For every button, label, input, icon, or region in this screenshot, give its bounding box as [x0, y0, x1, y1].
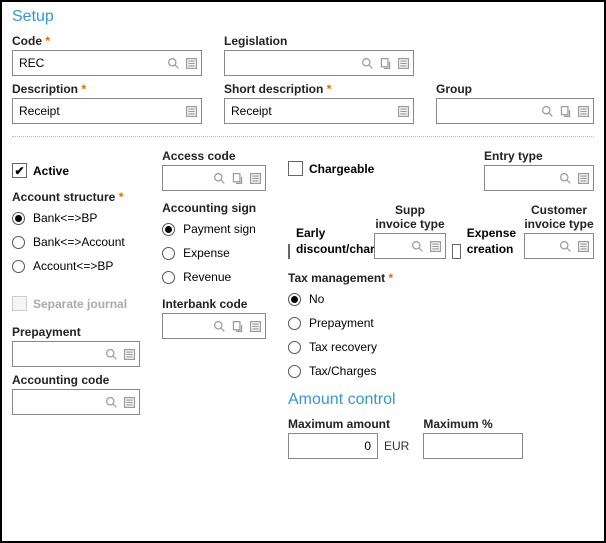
radio-revenue[interactable]: Revenue — [162, 270, 266, 284]
section-amount-control: Amount control — [288, 391, 594, 409]
max-amount-input[interactable] — [288, 433, 378, 459]
separate-journal-checkbox: Separate journal — [12, 296, 140, 311]
search-icon[interactable] — [539, 103, 555, 119]
search-icon[interactable] — [211, 170, 227, 186]
search-icon[interactable] — [557, 238, 573, 254]
list-icon[interactable] — [575, 170, 591, 186]
label-short-description: Short description * — [224, 82, 414, 96]
action-icon[interactable] — [229, 170, 245, 186]
description-input[interactable] — [12, 98, 202, 124]
radio-tax-charges[interactable]: Tax/Charges — [288, 364, 594, 378]
list-icon[interactable] — [183, 55, 199, 71]
radio-tax-prepayment[interactable]: Prepayment — [288, 316, 594, 330]
check-icon — [288, 161, 303, 176]
expense-creation-checkbox[interactable]: Expense creation — [452, 226, 518, 259]
label-max-amount: Maximum amount — [288, 417, 409, 431]
active-checkbox[interactable]: Active — [12, 163, 140, 178]
check-icon — [288, 244, 290, 259]
label-account-structure: Account structure * — [12, 190, 140, 204]
label-accounting-code: Accounting code — [12, 373, 140, 387]
list-icon[interactable] — [183, 103, 199, 119]
section-setup: Setup — [12, 8, 594, 26]
search-icon[interactable] — [557, 170, 573, 186]
currency-unit: EUR — [384, 433, 409, 459]
max-pct-input[interactable] — [423, 433, 523, 459]
label-legislation: Legislation — [224, 34, 414, 48]
list-icon[interactable] — [575, 238, 591, 254]
label-customer-invoice-type: Customer invoice type — [524, 203, 594, 231]
search-icon[interactable] — [211, 318, 227, 334]
label-interbank-code: Interbank code — [162, 297, 266, 311]
search-icon[interactable] — [409, 238, 425, 254]
check-icon — [12, 163, 27, 178]
search-icon[interactable] — [103, 394, 119, 410]
search-icon[interactable] — [165, 55, 181, 71]
radio-tax-recovery[interactable]: Tax recovery — [288, 340, 594, 354]
label-prepayment: Prepayment — [12, 325, 140, 339]
list-icon[interactable] — [427, 238, 443, 254]
label-group: Group — [436, 82, 594, 96]
label-tax-management: Tax management * — [288, 271, 594, 285]
radio-bank-bp[interactable]: Bank<=>BP — [12, 211, 140, 225]
check-icon — [452, 244, 461, 259]
list-icon[interactable] — [575, 103, 591, 119]
radio-bank-account[interactable]: Bank<=>Account — [12, 235, 140, 249]
list-icon[interactable] — [395, 103, 411, 119]
list-icon[interactable] — [121, 394, 137, 410]
radio-account-bp[interactable]: Account<=>BP — [12, 259, 140, 273]
list-icon[interactable] — [247, 318, 263, 334]
label-entry-type: Entry type — [484, 149, 594, 163]
search-icon[interactable] — [359, 55, 375, 71]
label-code: Code * — [12, 34, 202, 48]
list-icon[interactable] — [395, 55, 411, 71]
radio-tax-no[interactable]: No — [288, 292, 594, 306]
label-supp-invoice-type: Supp invoice type — [374, 203, 446, 231]
action-icon[interactable] — [229, 318, 245, 334]
label-access-code: Access code — [162, 149, 266, 163]
radio-payment-sign[interactable]: Payment sign — [162, 222, 266, 236]
action-icon[interactable] — [557, 103, 573, 119]
list-icon[interactable] — [247, 170, 263, 186]
chargeable-checkbox[interactable]: Chargeable — [288, 161, 462, 176]
radio-expense[interactable]: Expense — [162, 246, 266, 260]
early-discount-checkbox[interactable]: Early discount/charge — [288, 226, 368, 259]
label-max-pct: Maximum % — [423, 417, 523, 431]
list-icon[interactable] — [121, 346, 137, 362]
short-description-input[interactable] — [224, 98, 414, 124]
search-icon[interactable] — [103, 346, 119, 362]
label-accounting-sign: Accounting sign — [162, 201, 266, 215]
check-icon — [12, 296, 27, 311]
action-icon[interactable] — [377, 55, 393, 71]
label-description: Description * — [12, 82, 202, 96]
